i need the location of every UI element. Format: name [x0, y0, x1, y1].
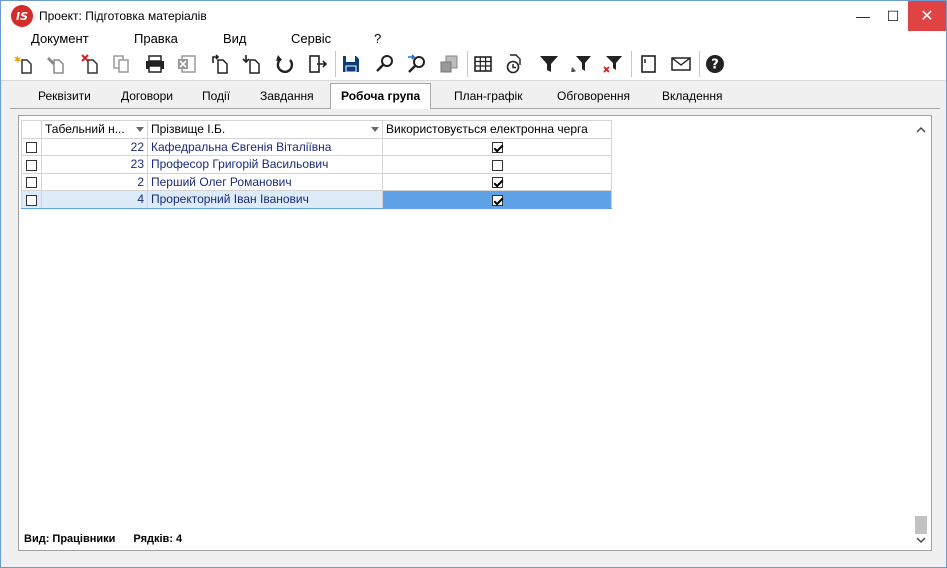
tab-requisites[interactable]: Реквізити	[28, 85, 101, 108]
header-select[interactable]	[21, 120, 42, 139]
tab-number-cell: 4	[41, 190, 148, 209]
help-icon[interactable]: ?	[703, 52, 727, 76]
row-select-cell[interactable]	[21, 172, 42, 191]
status-bar: Вид: Працівники Рядків: 4	[24, 533, 200, 545]
menu-view[interactable]: Вид	[223, 31, 247, 47]
toolbar: ?	[1, 47, 946, 81]
row-select-cell[interactable]	[21, 155, 42, 174]
queue-checkbox[interactable]	[491, 177, 503, 189]
queue-checkbox[interactable]	[491, 142, 503, 154]
header-queue-label: Використовується електронна черга	[386, 122, 588, 137]
work-group-grid: Табельний н... Прізвище І.Б. Використову…	[21, 120, 612, 209]
export-excel-icon[interactable]	[175, 52, 199, 76]
scroll-down-icon[interactable]	[913, 532, 929, 548]
tab-bar: Реквізити Договори Події Завдання Робоча…	[10, 83, 940, 109]
toolbar-separator	[631, 51, 632, 77]
name-cell: Професор Григорій Васильович	[147, 155, 383, 174]
row-select-checkbox[interactable]	[26, 177, 37, 189]
filter-edit-icon[interactable]	[569, 52, 593, 76]
header-queue[interactable]: Використовується електронна черга	[382, 120, 612, 139]
status-row-count: Рядків: 4	[133, 533, 183, 545]
filter-icon[interactable]	[537, 52, 561, 76]
queue-checkbox[interactable]	[491, 159, 503, 171]
copy-document-icon[interactable]	[109, 52, 133, 76]
menu-help[interactable]: ?	[374, 31, 381, 47]
row-select-cell[interactable]	[21, 137, 42, 156]
app-logo-icon: IS	[11, 5, 33, 27]
delete-document-icon[interactable]	[79, 52, 103, 76]
search-icon[interactable]	[373, 52, 397, 76]
table-row[interactable]: 22 Кафедральна Євгенія Віталіївна	[21, 137, 612, 156]
row-select-checkbox[interactable]	[26, 142, 37, 154]
new-document-icon[interactable]	[13, 52, 37, 76]
queue-cell[interactable]	[382, 190, 612, 209]
queue-cell[interactable]	[382, 137, 612, 156]
header-tab-number-label: Табельний н...	[45, 122, 125, 137]
print-icon[interactable]	[143, 52, 167, 76]
window-title: Проект: Підготовка матеріалів	[39, 9, 207, 23]
header-name-label: Прізвище І.Б.	[151, 122, 226, 137]
tab-work-group[interactable]: Робоча група	[330, 83, 432, 109]
toolbar-separator	[699, 51, 700, 77]
name-cell: Кафедральна Євгенія Віталіївна	[147, 137, 383, 156]
grid-header-row: Табельний н... Прізвище І.Б. Використову…	[21, 120, 612, 139]
name-cell: Перший Олег Романович	[147, 172, 383, 191]
tab-schedule[interactable]: План-графік	[444, 85, 532, 108]
tab-discussion[interactable]: Обговорення	[547, 85, 640, 108]
header-tab-number[interactable]: Табельний н...	[41, 120, 148, 139]
insert-document-icon[interactable]	[241, 52, 265, 76]
edit-document-icon[interactable]	[45, 52, 69, 76]
queue-checkbox[interactable]	[491, 194, 503, 206]
row-select-cell[interactable]	[21, 190, 42, 209]
svg-text:?: ?	[711, 58, 719, 73]
menu-document[interactable]: Документ	[31, 31, 89, 47]
tab-number-cell: 2	[41, 172, 148, 191]
save-icon[interactable]	[339, 52, 363, 76]
tab-events[interactable]: Події	[192, 85, 240, 108]
queue-cell[interactable]	[382, 172, 612, 191]
name-cell: Проректорний Іван Іванович	[147, 190, 383, 209]
menu-bar: Документ Правка Вид Сервіс ?	[1, 31, 946, 47]
window-controls: — ☐ ✕	[848, 1, 946, 31]
move-document-icon[interactable]	[209, 52, 233, 76]
tab-number-cell: 22	[41, 137, 148, 156]
menu-service[interactable]: Сервіс	[291, 31, 331, 47]
maximize-button[interactable]: ☐	[878, 1, 908, 31]
queue-cell[interactable]	[382, 155, 612, 174]
toolbar-separator	[335, 51, 336, 77]
status-view: Вид: Працівники	[24, 533, 116, 545]
menu-edit[interactable]: Правка	[134, 31, 178, 47]
tab-attachments[interactable]: Вкладення	[652, 85, 733, 108]
vertical-scrollbar[interactable]	[913, 120, 929, 546]
row-select-checkbox[interactable]	[26, 194, 37, 206]
filter-clear-icon[interactable]	[601, 52, 625, 76]
sort-arrow-icon[interactable]	[136, 127, 144, 132]
refresh-icon[interactable]	[273, 52, 297, 76]
note-icon[interactable]	[637, 52, 661, 76]
tab-contracts[interactable]: Договори	[111, 85, 183, 108]
table-row-selected[interactable]: 4 Проректорний Іван Іванович	[21, 190, 612, 209]
database-icon[interactable]	[437, 52, 461, 76]
table-row[interactable]: 23 Професор Григорій Васильович	[21, 155, 612, 174]
search-next-icon[interactable]	[405, 52, 429, 76]
tab-bar-border	[10, 108, 940, 109]
mail-icon[interactable]	[669, 52, 693, 76]
exit-icon[interactable]	[305, 52, 329, 76]
sort-arrow-icon[interactable]	[371, 127, 379, 132]
scroll-up-icon[interactable]	[913, 122, 929, 138]
application-window: IS Проект: Підготовка матеріалів — ☐ ✕ Д…	[0, 0, 947, 568]
toolbar-separator	[467, 51, 468, 77]
work-group-panel: Табельний н... Прізвище І.Б. Використову…	[18, 115, 932, 551]
table-icon[interactable]	[471, 52, 495, 76]
row-select-checkbox[interactable]	[26, 159, 37, 171]
table-row[interactable]: 2 Перший Олег Романович	[21, 172, 612, 191]
title-bar: IS Проект: Підготовка матеріалів — ☐ ✕	[1, 1, 946, 31]
close-button[interactable]: ✕	[908, 1, 946, 31]
tab-tasks[interactable]: Завдання	[250, 85, 324, 108]
tab-number-cell: 23	[41, 155, 148, 174]
minimize-button[interactable]: —	[848, 1, 878, 31]
header-name[interactable]: Прізвище І.Б.	[147, 120, 383, 139]
history-icon[interactable]	[503, 52, 527, 76]
